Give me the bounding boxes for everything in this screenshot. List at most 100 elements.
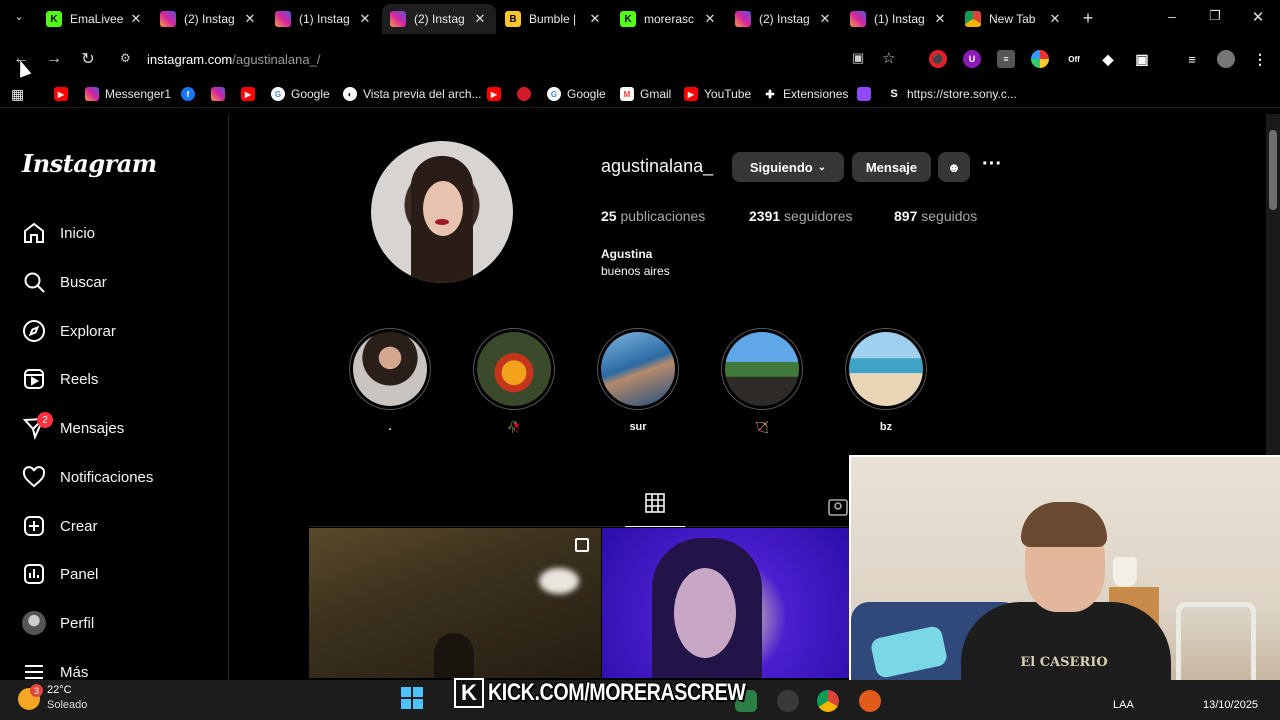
tab-tagged[interactable] (828, 497, 848, 517)
nav-item-explorar[interactable]: Explorar (22, 316, 116, 346)
taskbar-date[interactable]: 13/10/2025 (1203, 699, 1258, 711)
scrollbar-thumb[interactable] (1269, 130, 1277, 210)
address-bar[interactable]: ⚙ instagram.com/agustinalana_/ ▣ ☆ (112, 43, 912, 75)
more-options-icon[interactable]: ··· (980, 154, 1004, 178)
nav-item-reels[interactable]: Reels (22, 364, 98, 394)
nav-item-notificaciones[interactable]: Notificaciones (22, 462, 153, 492)
instagram-logo[interactable]: Instagram (22, 149, 157, 178)
bookmark-app[interactable] (517, 86, 537, 102)
browser-tab[interactable]: (1) Instag ✕ (842, 4, 956, 34)
browser-tab[interactable]: New Tab ✕ (957, 4, 1071, 34)
chrome-taskbar-icon[interactable] (817, 690, 839, 712)
bookmark-sony-store[interactable]: Shttps://store.sony.c... (887, 86, 1017, 102)
reading-list-icon[interactable]: ≡ (1183, 50, 1201, 68)
tab-search-button[interactable]: ⌄ (10, 10, 28, 28)
browser-tab[interactable]: K morerasc ✕ (612, 4, 726, 34)
tab-posts-grid[interactable] (625, 493, 685, 527)
puzzle-icon: ✚ (765, 88, 775, 101)
bookmark-gmail[interactable]: M Gmail (620, 86, 671, 102)
instagram-icon (85, 87, 99, 101)
post-thumbnail[interactable] (602, 528, 849, 678)
story-highlight[interactable] (349, 328, 431, 410)
post-figure (434, 633, 474, 678)
url-host: instagram.com (147, 51, 233, 67)
close-tab-icon[interactable]: ✕ (472, 11, 488, 27)
nav-item-panel[interactable]: Panel (22, 559, 98, 589)
following-stat[interactable]: 897 seguidos (894, 208, 977, 224)
bookmark-extensiones[interactable]: ✚ Extensiones (763, 86, 848, 102)
off-extension-icon[interactable]: Off (1065, 50, 1083, 68)
apps-grid-icon[interactable]: ▦ (11, 86, 24, 102)
bookmark-twitch[interactable] (857, 86, 877, 102)
more-menu-icon[interactable]: ⋮ (1251, 50, 1269, 68)
taskbar-app-icon[interactable] (859, 690, 881, 712)
nav-item-crear[interactable]: Crear (22, 511, 98, 541)
bookmark-youtube[interactable]: ▶ (241, 86, 261, 102)
adblock-extension-icon[interactable]: ⚫ (929, 50, 947, 68)
close-tab-icon[interactable]: ✕ (817, 11, 833, 27)
shield-extension-icon[interactable]: ◆ (1099, 50, 1117, 68)
minimize-button[interactable]: – (1160, 8, 1184, 28)
restore-button[interactable]: ❐ (1203, 8, 1227, 28)
weather-temperature[interactable]: 22°C (47, 684, 72, 696)
close-tab-icon[interactable]: ✕ (932, 11, 948, 27)
browser-tab-strip: ⌄ K EmaLivee ✕ (2) Instag ✕ (1) Instag ✕… (0, 0, 1280, 38)
close-tab-icon[interactable]: ✕ (242, 11, 258, 27)
forward-button[interactable]: → (43, 48, 65, 70)
nav-item-mensajes[interactable]: 2 Mensajes (22, 412, 124, 443)
bookmark-messenger1[interactable]: Messenger1 (85, 86, 171, 102)
bookmark-youtube-label[interactable]: ▶ YouTube (684, 86, 751, 102)
story-highlight[interactable] (473, 328, 555, 410)
profile-avatar[interactable] (1217, 50, 1235, 68)
search-icon (22, 270, 46, 294)
browser-tab[interactable]: K EmaLivee ✕ (38, 4, 152, 34)
webcam-person-hair (1021, 502, 1107, 547)
bookmark-google[interactable]: G Google (271, 86, 330, 102)
extension-icon[interactable]: ≡ (997, 50, 1015, 68)
nav-item-perfil[interactable]: Perfil (22, 608, 94, 638)
weather-description[interactable]: Soleado (47, 699, 87, 711)
post-thumbnail[interactable] (309, 528, 601, 678)
install-app-icon[interactable]: ▣ (852, 50, 870, 68)
kick-url-text: KICK.COM/MORERASCREW (488, 679, 746, 706)
bookmark-youtube[interactable]: ▶ (54, 86, 74, 102)
browser-tab[interactable]: (2) Instag ✕ (727, 4, 841, 34)
color-extension-icon[interactable] (1031, 50, 1049, 68)
bookmark-vista-previa[interactable]: ◐ Vista previa del arch... (343, 86, 482, 102)
ublock-extension-icon[interactable]: U (963, 50, 981, 68)
nav-item-buscar[interactable]: Buscar (22, 267, 107, 297)
close-tab-icon[interactable]: ✕ (357, 11, 373, 27)
new-tab-button[interactable]: + (1078, 8, 1098, 28)
bookmark-star-icon[interactable]: ☆ (882, 49, 900, 67)
close-tab-icon[interactable]: ✕ (702, 11, 718, 27)
facebook-icon: f (181, 87, 195, 101)
profile-full-name: Agustina (601, 247, 653, 261)
bookmark-instagram[interactable] (211, 86, 231, 102)
bookmark-google[interactable]: G Google (547, 86, 606, 102)
webcam-lamp (1113, 557, 1137, 587)
story-highlight[interactable] (845, 328, 927, 410)
bookmark-youtube[interactable]: ▶ (487, 86, 507, 102)
following-button[interactable]: Siguiendo ⌄ (732, 152, 844, 182)
nav-item-inicio[interactable]: Inicio (22, 218, 95, 248)
language-indicator[interactable]: LAA (1113, 699, 1134, 711)
message-button[interactable]: Mensaje (852, 152, 931, 182)
story-highlight[interactable] (721, 328, 803, 410)
reload-button[interactable]: ↻ (77, 48, 99, 70)
suggested-users-button[interactable]: ☻ (938, 152, 970, 182)
browser-tab[interactable]: B Bumble | ✕ (497, 4, 611, 34)
bookmark-facebook[interactable]: f (181, 86, 201, 102)
close-tab-icon[interactable]: ✕ (1047, 11, 1063, 27)
puzzle-extensions-icon[interactable]: ▣ (1133, 50, 1151, 68)
windows-start-icon[interactable] (401, 687, 423, 709)
browser-tab-active[interactable]: (2) Instag ✕ (382, 4, 496, 34)
followers-stat[interactable]: 2391 seguidores (749, 208, 853, 224)
close-window-button[interactable]: ✕ (1246, 8, 1270, 28)
browser-tab[interactable]: (1) Instag ✕ (267, 4, 381, 34)
close-tab-icon[interactable]: ✕ (128, 11, 144, 27)
browser-tab[interactable]: (2) Instag ✕ (152, 4, 266, 34)
profile-avatar-large[interactable] (371, 141, 513, 283)
site-info-icon[interactable]: ⚙ (120, 51, 136, 67)
story-highlight[interactable] (597, 328, 679, 410)
close-tab-icon[interactable]: ✕ (587, 11, 603, 27)
